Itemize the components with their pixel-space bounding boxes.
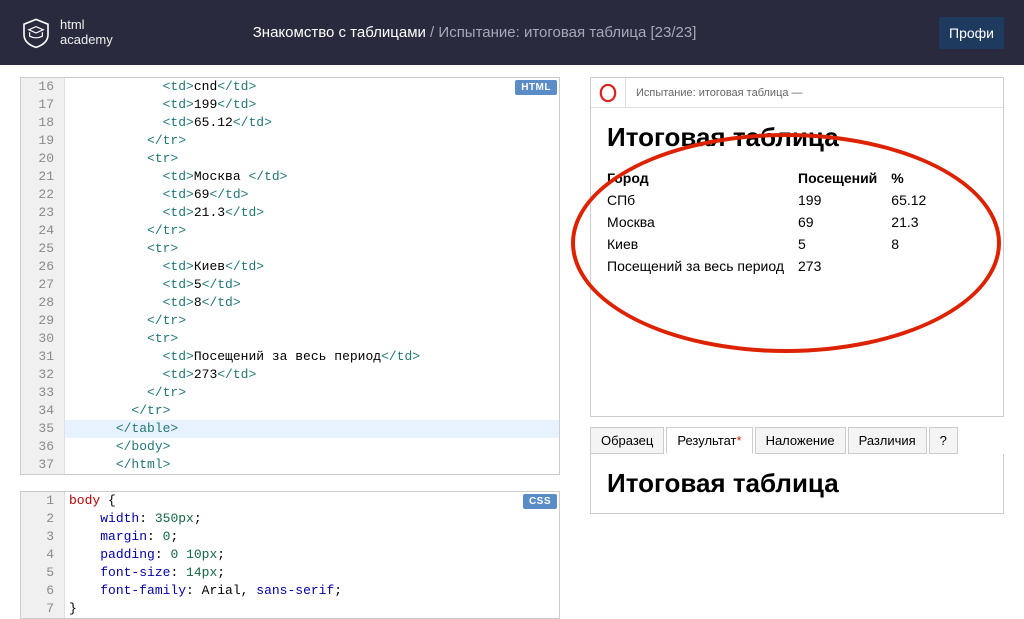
code-line[interactable]: 24 </tr>	[21, 222, 559, 240]
code-line[interactable]: 6 font-family: Arial, sans-serif;	[21, 582, 559, 600]
code-line[interactable]: 21 <td>Москва </td>	[21, 168, 559, 186]
url-text: Испытание: итоговая таблица —	[625, 78, 803, 107]
code-line[interactable]: 22 <td>69</td>	[21, 186, 559, 204]
code-line[interactable]: 2 width: 350px;	[21, 510, 559, 528]
opera-icon	[599, 84, 617, 102]
preview-content: Итоговая таблица ГородПосещений% СПб1996…	[591, 108, 1003, 291]
table-cell: Москва	[607, 211, 798, 233]
tab-sample[interactable]: Образец	[590, 427, 664, 454]
code-line[interactable]: 1body {	[21, 492, 559, 510]
code-line[interactable]: 32 <td>273</td>	[21, 366, 559, 384]
tab-help[interactable]: ?	[929, 427, 958, 454]
logo-text: html academy	[60, 18, 113, 47]
table-header: %	[891, 167, 940, 189]
preview-browser: Испытание: итоговая таблица — Итоговая т…	[590, 77, 1004, 417]
lower-preview: Итоговая таблица	[590, 454, 1004, 514]
table-cell	[891, 255, 940, 277]
code-line[interactable]: 23 <td>21.3</td>	[21, 204, 559, 222]
result-tabs: Образец Результат* Наложение Различия ?	[590, 427, 1004, 454]
css-badge: CSS	[523, 494, 557, 509]
logo[interactable]: html academy	[20, 17, 113, 49]
code-line[interactable]: 18 <td>65.12</td>	[21, 114, 559, 132]
breadcrumb-sub[interactable]: Испытание: итоговая таблица [23/23]	[438, 24, 696, 41]
code-line[interactable]: 5 font-size: 14px;	[21, 564, 559, 582]
css-editor[interactable]: CSS 1body {2 width: 350px;3 margin: 0;4 …	[20, 491, 560, 619]
code-line[interactable]: 31 <td>Посещений за весь период</td>	[21, 348, 559, 366]
code-line[interactable]: 27 <td>5</td>	[21, 276, 559, 294]
shield-icon	[20, 17, 52, 49]
code-line[interactable]: 37 </html>	[21, 456, 559, 474]
tab-result[interactable]: Результат*	[666, 427, 752, 454]
table-row: Киев58	[607, 233, 940, 255]
table-row: Москва6921.3	[607, 211, 940, 233]
code-line[interactable]: 7}	[21, 600, 559, 618]
url-bar: Испытание: итоговая таблица —	[591, 78, 1003, 108]
breadcrumb: Знакомство с таблицами / Испытание: итог…	[253, 24, 697, 41]
code-line[interactable]: 17 <td>199</td>	[21, 96, 559, 114]
html-badge: HTML	[515, 80, 557, 95]
table-row: СПб19965.12	[607, 189, 940, 211]
table-cell: 5	[798, 233, 891, 255]
table-cell: 199	[798, 189, 891, 211]
code-line[interactable]: 3 margin: 0;	[21, 528, 559, 546]
table-row: Посещений за весь период273	[607, 255, 940, 277]
app-header: html academy Знакомство с таблицами / Ис…	[0, 0, 1024, 65]
preview-column: Испытание: итоговая таблица — Итоговая т…	[590, 77, 1004, 529]
table-cell: СПб	[607, 189, 798, 211]
table-cell: Киев	[607, 233, 798, 255]
code-line[interactable]: 4 padding: 0 10px;	[21, 546, 559, 564]
code-line[interactable]: 29 </tr>	[21, 312, 559, 330]
code-line[interactable]: 34 </tr>	[21, 402, 559, 420]
table-cell: 65.12	[891, 189, 940, 211]
code-line[interactable]: 26 <td>Киев</td>	[21, 258, 559, 276]
code-line[interactable]: 19 </tr>	[21, 132, 559, 150]
tab-overlay[interactable]: Наложение	[755, 427, 846, 454]
table-cell: 69	[798, 211, 891, 233]
table-header: Город	[607, 167, 798, 189]
table-cell: Посещений за весь период	[607, 255, 798, 277]
breadcrumb-main[interactable]: Знакомство с таблицами	[253, 24, 426, 41]
table-cell: 273	[798, 255, 891, 277]
editors-column: HTML 16 <td>cnd</td>17 <td>199</td>18 <t…	[20, 77, 560, 529]
table-cell: 21.3	[891, 211, 940, 233]
code-line[interactable]: 30 <tr>	[21, 330, 559, 348]
table-cell: 8	[891, 233, 940, 255]
html-editor[interactable]: HTML 16 <td>cnd</td>17 <td>199</td>18 <t…	[20, 77, 560, 475]
code-line[interactable]: 16 <td>cnd</td>	[21, 78, 559, 96]
tab-diff[interactable]: Различия	[848, 427, 927, 454]
code-line[interactable]: 25 <tr>	[21, 240, 559, 258]
preview-table: ГородПосещений% СПб19965.12Москва6921.3К…	[607, 167, 940, 277]
main-area: HTML 16 <td>cnd</td>17 <td>199</td>18 <t…	[0, 65, 1024, 529]
profile-button[interactable]: Профи	[939, 17, 1004, 49]
code-line[interactable]: 33 </tr>	[21, 384, 559, 402]
table-header: Посещений	[798, 167, 891, 189]
code-line[interactable]: 28 <td>8</td>	[21, 294, 559, 312]
preview-title: Итоговая таблица	[607, 122, 987, 153]
code-line[interactable]: 20 <tr>	[21, 150, 559, 168]
code-line[interactable]: 36 </body>	[21, 438, 559, 456]
lower-title: Итоговая таблица	[607, 468, 987, 499]
code-line[interactable]: 35 </table>	[21, 420, 559, 438]
